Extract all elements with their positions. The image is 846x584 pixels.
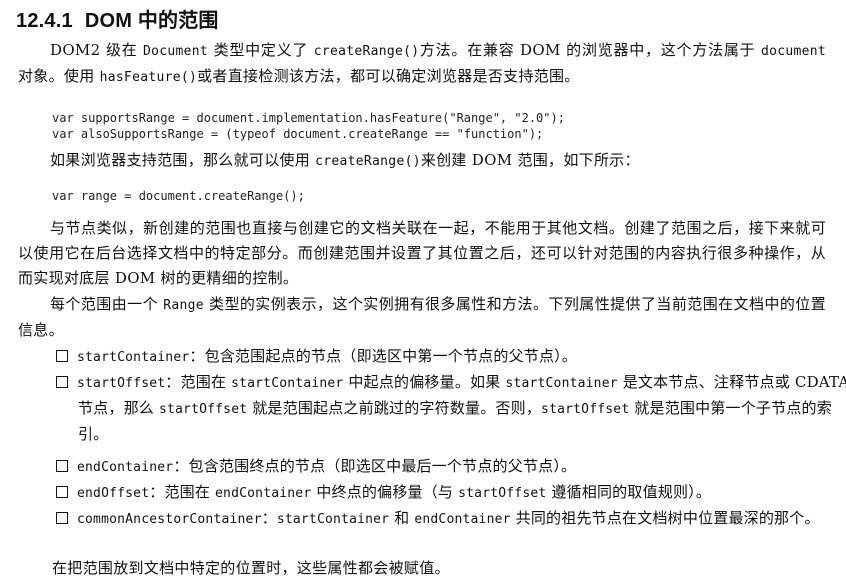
section-number: 12.4.1 (16, 10, 73, 32)
property-description: 共同的祖先节点在文档树中位置最深的那个。 (510, 509, 820, 527)
property-name: commonAncestorContainer (77, 512, 262, 527)
inline-code: createRange() (313, 44, 420, 59)
range-type-paragraph: 每个范围由一个 Range 类型的实例表示，这个实例拥有很多属性和方法。下列属性… (18, 292, 826, 343)
property-description: 中终点的偏移量（与 (311, 483, 459, 501)
text-run: 如果浏览器支持范围，那么就可以使用 (50, 151, 316, 169)
inline-code: endContainer (414, 512, 511, 527)
intro-paragraph: DOM2 级在 Document 类型中定义了 createRange()方法。… (18, 38, 826, 90)
property-description: ： (261, 509, 277, 527)
section-title: DOM 中的范围 (84, 10, 219, 32)
code-line: var supportsRange = document.implementat… (52, 111, 565, 125)
inline-code: createRange() (315, 154, 421, 169)
list-item-end-container: endContainer：包含范围终点的节点（即选区中最后一个节点的父节点）。 (56, 454, 846, 480)
document-page: 12.4.1 DOM 中的范围 DOM2 级在 Document 类型中定义了 c… (0, 0, 846, 584)
property-description: ：范围在 (165, 373, 232, 391)
text-run: 来创建 DOM 范围，如下所示： (420, 151, 640, 169)
inline-code: startOffset (541, 402, 630, 417)
text-run: 在把范围放到文档中特定的位置时，这些属性都会被赋值。 (52, 559, 450, 577)
property-name: endOffset (77, 486, 150, 501)
text-run: 对象。使用 (18, 67, 100, 85)
text-run: 每个范围由一个 (50, 295, 164, 313)
text-run: 或者直接检测该方法，都可以确定浏览器是否支持范围。 (197, 67, 580, 85)
code-line: var range = document.createRange(); (52, 189, 305, 203)
property-description: ：范围在 (149, 483, 216, 501)
inline-code: startContainer (276, 512, 390, 527)
property-description: 和 (389, 509, 415, 527)
text-run: 类型中定义了 (208, 41, 314, 59)
inline-code: startOffset (158, 402, 248, 417)
inline-code: endContainer (215, 486, 312, 501)
list-item-start-container: startContainer：包含范围起点的节点（即选区中第一个节点的父节点）。 (56, 344, 846, 370)
text-run: 与节点类似，新创建的范围也直接与创建它的文档关联在一起，不能用于其他文档。创建了… (18, 219, 826, 287)
property-name: startContainer (77, 350, 190, 365)
checkbox-bullet-icon (56, 460, 68, 472)
text-run: DOM2 级在 (50, 41, 144, 59)
property-description: 中起点的偏移量。如果 (343, 373, 506, 391)
checkbox-bullet-icon (56, 512, 68, 524)
code-line: var alsoSupportsRange = (typeof document… (52, 127, 544, 141)
create-range-paragraph: 如果浏览器支持范围，那么就可以使用 createRange()来创建 DOM 范… (18, 148, 826, 174)
property-description: ：包含范围起点的节点（即选区中第一个节点的父节点）。 (189, 347, 578, 365)
property-description: ：包含范围终点的节点（即选区中最后一个节点的父节点）。 (173, 457, 577, 475)
list-item-common-ancestor: commonAncestorContainer：startContainer 和… (56, 506, 846, 532)
inline-code: Range (163, 298, 204, 313)
property-description: 就是范围起点之前跳过的字符数量。否则， (247, 399, 542, 417)
inline-code: startContainer (505, 376, 618, 391)
checkbox-bullet-icon (56, 350, 68, 362)
code-block-create-range: var range = document.createRange(); (52, 188, 305, 204)
closing-paragraph: 在把范围放到文档中特定的位置时，这些属性都会被赋值。 (52, 556, 450, 581)
property-name: endContainer (77, 460, 174, 475)
checkbox-bullet-icon (56, 486, 68, 498)
inline-code: startContainer (231, 376, 344, 391)
code-block-feature-detect: var supportsRange = document.implementat… (52, 110, 565, 142)
inline-code: Document (143, 44, 209, 59)
inline-code: startOffset (458, 486, 547, 501)
list-item-end-offset: endOffset：范围在 endContainer 中终点的偏移量（与 sta… (56, 480, 846, 506)
section-heading: 12.4.1 DOM 中的范围 (16, 4, 219, 33)
checkbox-bullet-icon (56, 376, 68, 388)
property-description: 遵循相同的取值规则）。 (546, 483, 712, 501)
range-description-paragraph: 与节点类似，新创建的范围也直接与创建它的文档关联在一起，不能用于其他文档。创建了… (18, 216, 826, 291)
inline-code: hasFeature() (99, 70, 198, 85)
property-name: startOffset (77, 376, 166, 391)
inline-code: document (760, 44, 826, 59)
text-run: 方法。在兼容 DOM 的浏览器中，这个方法属于 (419, 41, 761, 59)
list-item-start-offset: startOffset：范围在 startContainer 中起点的偏移量。如… (56, 370, 846, 447)
